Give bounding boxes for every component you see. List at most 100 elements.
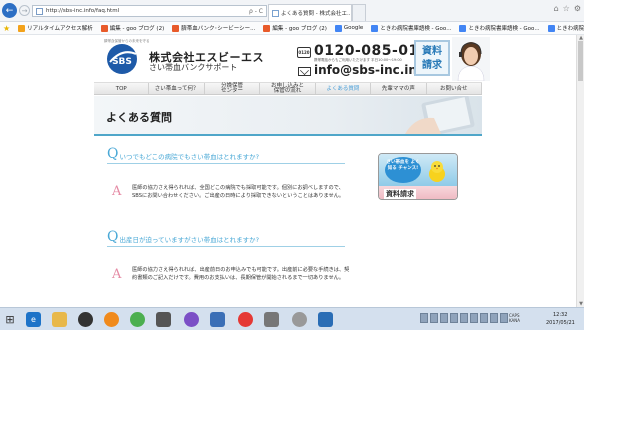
cta-line-2: 請求 xyxy=(422,60,442,71)
app-icon[interactable] xyxy=(292,312,307,327)
microphone-icon[interactable] xyxy=(238,312,253,327)
browser-window: ← → http://sbs-inc.info/faq.html ρ - C よ… xyxy=(0,0,584,330)
nav-item[interactable]: お問い合せ xyxy=(427,83,482,94)
favicon-icon xyxy=(371,24,379,32)
phone-number[interactable]: 0120-085-010 xyxy=(314,43,429,59)
arrow-left-icon: ← xyxy=(5,5,14,16)
answer-mark: A xyxy=(112,184,122,199)
document-request-button[interactable]: 資料 請求 xyxy=(414,40,450,76)
scroll-thumb[interactable] xyxy=(578,41,583,81)
favorite-item[interactable]: ときわ病院書庫語検 - Goo... xyxy=(459,24,540,32)
firefox-icon[interactable] xyxy=(104,312,119,327)
answer-text-2: 医師の協力さえ得られれば、出産前日のお申込みでも可能です。出産前に必要な手続きは… xyxy=(132,267,350,281)
nav-item[interactable]: TOP xyxy=(94,83,150,94)
nav-item[interactable]: よくある質問 xyxy=(316,83,372,94)
favorite-item[interactable]: 編集 - goo ブログ (2) xyxy=(100,24,164,32)
url-text: http://sbs-inc.info/faq.html xyxy=(46,8,120,14)
question-text: 出産日が迫っていますがさい帯血はとれますか? xyxy=(119,236,260,244)
site-header: 臍帯血保管からの未来を守る SBS 株式会社エスビーエス さい帯血バンクサポート… xyxy=(0,35,576,83)
tray-icon[interactable] xyxy=(430,313,438,323)
internet-explorer-icon[interactable]: e xyxy=(26,312,41,327)
new-tab-button[interactable] xyxy=(352,4,366,21)
vertical-scrollbar[interactable]: ▲ ▼ xyxy=(576,35,584,307)
tool-icon[interactable] xyxy=(264,312,279,327)
favicon-icon xyxy=(547,24,555,32)
sbs-logo[interactable]: SBS xyxy=(104,40,140,76)
star-icon[interactable]: ☆ xyxy=(563,4,570,13)
site-nav: TOP さい帯血って何？ 分娩保管 センター お申し込みと 保管の流れ よくある質問 先輩ママ… xyxy=(94,82,482,95)
tab-faq[interactable]: よくある質問 - 株式会社エ... × xyxy=(268,4,352,21)
tray-icon[interactable] xyxy=(440,313,448,323)
home-icon[interactable]: ⌂ xyxy=(554,4,559,13)
system-tray xyxy=(420,313,508,323)
monitor-icon[interactable] xyxy=(318,312,333,327)
favorites-star-icon[interactable]: ★ xyxy=(3,24,10,33)
chick-icon xyxy=(429,161,445,182)
url-input[interactable]: http://sbs-inc.info/faq.html ρ - C xyxy=(32,5,267,17)
operator-photo xyxy=(452,37,490,81)
tray-icon[interactable] xyxy=(500,313,508,323)
question-text: いつでもどこの病院でもさい帯血はとれますか? xyxy=(119,153,260,161)
tray-icon[interactable] xyxy=(470,313,478,323)
favicon-icon xyxy=(334,24,342,32)
tray-icon[interactable] xyxy=(460,313,468,323)
favorite-item[interactable]: ときわ病院書庫語検 - Goo... xyxy=(371,24,451,32)
email-link[interactable]: info@sbs-inc.info xyxy=(314,63,430,77)
nav-item[interactable]: さい帯血って何？ xyxy=(149,83,205,94)
speech-bubble: さい帯血を よく知る チャンス! xyxy=(385,157,421,183)
tab-title: よくある質問 - 株式会社エ... xyxy=(281,11,352,17)
arrow-right-icon: → xyxy=(21,6,28,15)
question-mark: Q xyxy=(107,229,119,245)
windows-start-icon[interactable]: ⊞ xyxy=(4,313,16,326)
tray-icon[interactable] xyxy=(450,313,458,323)
search-refresh-icons[interactable]: ρ - C xyxy=(249,8,263,15)
page-icon xyxy=(36,7,43,15)
favorite-item[interactable]: 編集 - goo ブログ (2) xyxy=(263,24,327,32)
clock-time[interactable]: 12:32 xyxy=(553,312,567,318)
favorite-item[interactable]: リアルタイムアクセス解析 xyxy=(18,24,93,32)
side-cta-label: 資料請求 xyxy=(384,189,416,199)
favorite-item[interactable]: 臍帯血バンク･シービーシー... xyxy=(172,24,255,32)
app-icon[interactable] xyxy=(156,312,171,327)
clock-date[interactable]: 2017/05/21 xyxy=(546,320,575,326)
company-subtitle: さい帯血バンクサポート xyxy=(149,63,238,72)
chrome-icon[interactable] xyxy=(130,312,145,327)
taskbar: ⊞ e CAPS KANA 12:32 2017/05/21 xyxy=(0,307,584,330)
page-viewport: 臍帯血保管からの未来を守る SBS 株式会社エスビーエス さい帯血バンクサポート… xyxy=(0,35,576,307)
faq-question-2: Q 出産日が迫っていますがさい帯血はとれますか? xyxy=(107,229,345,247)
app-icon[interactable] xyxy=(210,312,225,327)
nav-item[interactable]: 分娩保管 センター xyxy=(205,83,261,94)
tab-favicon xyxy=(272,9,279,17)
side-document-request-banner[interactable]: さい帯血を よく知る チャンス! 資料請求 xyxy=(378,153,458,200)
tray-icon[interactable] xyxy=(480,313,488,323)
favicon-icon xyxy=(18,24,26,32)
favicon-icon xyxy=(263,24,271,32)
tray-icon[interactable] xyxy=(490,313,498,323)
favicon-icon xyxy=(459,24,467,32)
back-button[interactable]: ← xyxy=(2,3,17,18)
page-banner: よくある質問 xyxy=(94,96,482,136)
favorite-item[interactable]: ときわ病院書庫語検 - Goo... xyxy=(547,24,584,32)
question-mark: Q xyxy=(107,146,119,162)
tray-icon[interactable] xyxy=(420,313,428,323)
cta-line-1: 資料 xyxy=(422,46,442,57)
media-player-icon[interactable] xyxy=(78,312,93,327)
logo-text: SBS xyxy=(112,57,132,67)
app-icon[interactable] xyxy=(184,312,199,327)
forward-button[interactable]: → xyxy=(19,5,30,16)
faq-question-1: Q いつでもどこの病院でもさい帯血はとれますか? xyxy=(107,146,345,164)
answer-mark: A xyxy=(112,267,122,282)
tablet-decoration xyxy=(405,96,475,134)
browser-tools: ⌂ ☆ ⚙ xyxy=(554,4,581,13)
gear-icon[interactable]: ⚙ xyxy=(574,4,581,13)
favicon-icon xyxy=(172,24,180,32)
file-explorer-icon[interactable] xyxy=(52,312,67,327)
mail-icon xyxy=(298,67,311,76)
nav-item[interactable]: お申し込みと 保管の流れ xyxy=(260,83,316,94)
ime-status[interactable]: CAPS KANA xyxy=(509,313,520,323)
freedial-icon: 0120 xyxy=(297,47,311,58)
page-title: よくある質問 xyxy=(106,111,172,124)
nav-item[interactable]: 先輩ママの声 xyxy=(371,83,427,94)
address-bar-area: ← → http://sbs-inc.info/faq.html ρ - C よ… xyxy=(0,0,584,22)
favorite-item[interactable]: Google xyxy=(334,24,363,32)
